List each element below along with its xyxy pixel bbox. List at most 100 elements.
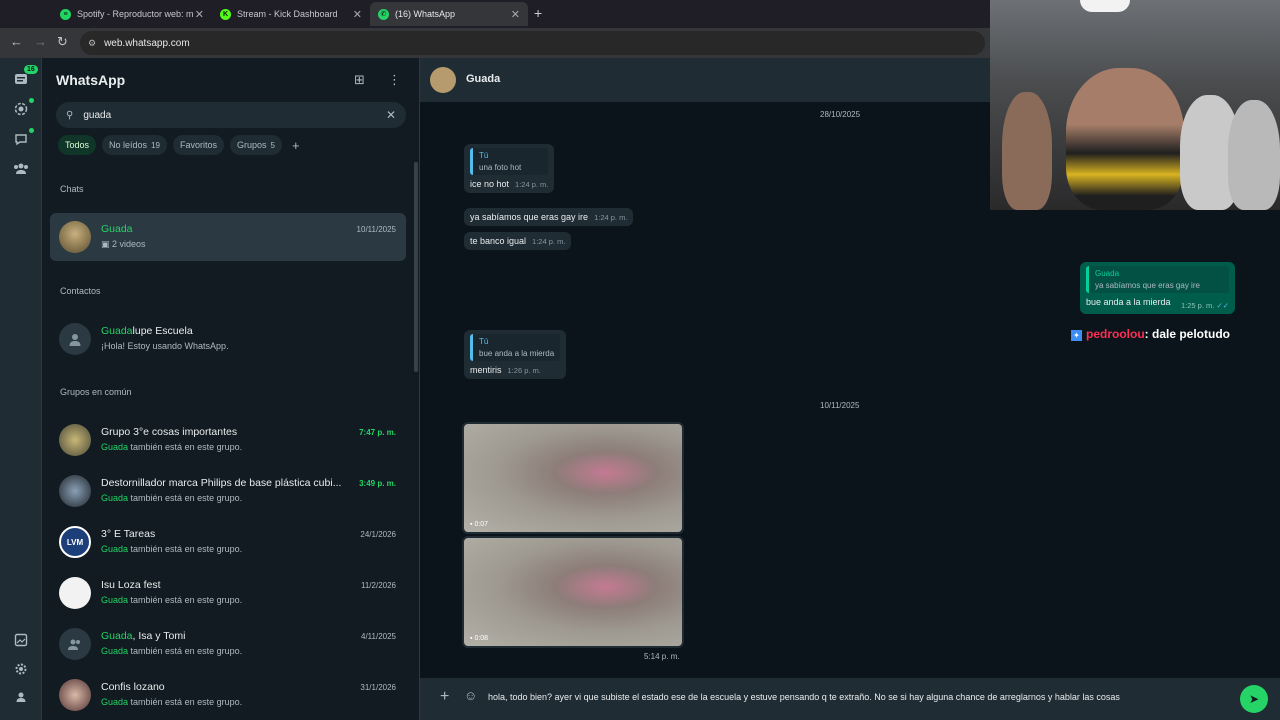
tab-whatsapp[interactable]: ✆ (16) WhatsApp ✕ — [370, 2, 528, 26]
tab-spotify[interactable]: ≡ Spotify - Reproductor web: m ✕ — [52, 2, 212, 26]
chat-row[interactable]: Guada ▣ 2 videos 10/11/2025 — [50, 213, 406, 261]
quote-text: ya sabíamos que eras gay ire — [1095, 281, 1200, 290]
site-info-icon[interactable]: ⚙ — [88, 38, 96, 49]
search-input[interactable]: ⚲ guada ✕ — [56, 102, 406, 128]
url-field[interactable]: ⚙ web.whatsapp.com — [80, 31, 985, 55]
group-sub: Guada también está en este grupo. — [101, 646, 243, 656]
filter-favoritos[interactable]: Favoritos — [172, 135, 224, 155]
new-chat-icon[interactable]: ⊞ — [354, 72, 365, 88]
channels-icon[interactable] — [12, 130, 30, 148]
section-contacts: Contactos — [60, 286, 101, 296]
filter-todos[interactable]: Todos — [58, 135, 97, 155]
group-row[interactable]: Guada, Isa y Tomi Guada también está en … — [50, 620, 406, 668]
avatar — [59, 323, 91, 355]
overlay-message-bubble: Guada ya sabíamos que eras gay ire bue a… — [1080, 262, 1235, 314]
chat-list-scrollbar[interactable] — [414, 162, 418, 372]
contact-name: Guada — [466, 73, 501, 85]
app-rail: 16 — [0, 58, 42, 720]
group-time: 24/1/2026 — [360, 530, 396, 539]
group-time: 31/1/2026 — [360, 683, 396, 692]
tab-label: Stream - Kick Dashboard — [237, 9, 338, 19]
group-row[interactable]: Isu Loza fest Guada también está en este… — [50, 569, 406, 617]
avatar — [59, 475, 91, 507]
chat-preview: ▣ 2 videos — [101, 239, 146, 249]
message-text: ice no hot — [470, 179, 510, 189]
message-composer: + ☺ hola, todo bien? ayer vi que subiste… — [420, 678, 1280, 720]
message-time: 1:24 p. m. — [515, 180, 549, 189]
quoted-message[interactable]: Tú una foto hot ice no hot 1:24 p. m. — [464, 144, 555, 193]
quote-block[interactable]: Tú una foto hot — [470, 148, 549, 175]
close-icon[interactable]: ✕ — [511, 8, 520, 21]
quote-author: Guada — [1095, 269, 1120, 278]
avatar[interactable] — [430, 67, 456, 93]
video-duration: ▪ 0:08 — [470, 635, 489, 642]
group-sub: Guada también está en este grupo. — [101, 442, 243, 452]
menu-icon[interactable]: ⋮ — [388, 72, 401, 88]
reload-icon[interactable]: ↻ — [57, 34, 68, 50]
quote-text: una foto hot — [479, 163, 522, 172]
person — [1002, 92, 1052, 210]
read-check-icon: ✓✓ — [1216, 301, 1229, 310]
video-time: 5:14 p. m. — [644, 652, 680, 661]
date-separator: 28/10/2025 — [820, 110, 861, 119]
quote-text: bue anda a la mierda — [479, 349, 555, 358]
close-icon[interactable]: ✕ — [195, 8, 204, 21]
quote-author: Tú — [479, 151, 489, 160]
settings-icon[interactable] — [12, 660, 30, 678]
communities-icon[interactable] — [12, 159, 30, 177]
group-name: Guada, Isa y Tomi — [101, 630, 186, 642]
video-icon: ▣ — [101, 239, 113, 249]
tab-label: Spotify - Reproductor web: m — [77, 9, 194, 19]
chat-text: : dale pelotudo — [1144, 327, 1231, 341]
send-button[interactable]: ➤ — [1240, 685, 1268, 713]
group-sub: Guada también está en este grupo. — [101, 493, 243, 503]
tab-label: (16) WhatsApp — [395, 9, 456, 19]
tab-kick[interactable]: K Stream - Kick Dashboard ✕ — [212, 2, 370, 26]
profile-icon[interactable] — [12, 688, 30, 706]
group-time: 11/2/2026 — [361, 581, 396, 590]
video-message[interactable]: ▪ 0:08 — [462, 536, 684, 648]
clear-search-icon[interactable]: ✕ — [386, 108, 396, 122]
group-row[interactable]: Grupo 3°e cosas importantes Guada tambié… — [50, 416, 406, 464]
contact-name: Guadalupe Escuela — [101, 325, 193, 337]
message-time: 1:24 p. m. — [532, 237, 566, 246]
filter-chips: Todos No leídos 19 Favoritos Grupos 5 + — [58, 135, 304, 155]
new-tab-icon[interactable]: + — [534, 5, 542, 21]
back-icon[interactable]: ← — [10, 34, 23, 49]
send-icon: ➤ — [1248, 692, 1260, 706]
search-value: guada — [83, 109, 112, 121]
group-row[interactable]: Confis lozano Guada también está en este… — [50, 671, 406, 719]
video-message[interactable]: ▪ 0:07 — [462, 422, 684, 534]
quote-block[interactable]: Tú bue anda a la mierda — [470, 334, 561, 361]
status-dot — [29, 98, 34, 103]
webcam-overlay — [990, 0, 1280, 210]
contact-row[interactable]: Guadalupe Escuela ¡Hola! Estoy usando Wh… — [50, 315, 406, 363]
message-bubble[interactable]: ya sabíamos que eras gay ire 1:24 p. m. — [464, 208, 634, 226]
message-input[interactable]: hola, todo bien? ayer vi que subiste el … — [488, 692, 1120, 702]
message-text: te banco igual — [470, 236, 527, 246]
emoji-icon[interactable]: ☺ — [464, 688, 477, 703]
quoted-message[interactable]: Tú bue anda a la mierda mentiris 1:26 p. … — [464, 330, 567, 379]
kick-icon: K — [220, 8, 231, 20]
filter-grupos[interactable]: Grupos 5 — [229, 135, 282, 155]
channels-dot — [29, 128, 34, 133]
message-time: 1:24 p. m. — [594, 213, 628, 222]
group-name: Isu Loza fest — [101, 579, 161, 591]
message-time: 1:25 p. m. ✓✓ — [1180, 301, 1229, 310]
default-avatar-icon — [69, 334, 81, 346]
group-name: Destornillador marca Philips de base plá… — [101, 477, 342, 489]
group-avatar-icon — [68, 639, 80, 650]
attach-icon[interactable]: + — [440, 688, 449, 706]
add-filter-icon[interactable]: + — [288, 135, 304, 155]
filter-no-leidos[interactable]: No leídos 19 — [102, 135, 167, 155]
group-row[interactable]: Destornillador marca Philips de base plá… — [50, 467, 406, 515]
group-row[interactable]: LVM 3° E Tareas Guada también está en es… — [50, 518, 406, 566]
pin-icon: ✦ — [1071, 330, 1082, 341]
media-icon[interactable] — [12, 631, 30, 649]
forward-icon[interactable]: → — [34, 34, 47, 49]
close-icon[interactable]: ✕ — [353, 8, 362, 21]
status-icon[interactable] — [12, 100, 30, 118]
section-groups: Grupos en común — [60, 387, 132, 397]
message-bubble[interactable]: te banco igual 1:24 p. m. — [464, 232, 572, 250]
group-time: 7:47 p. m. — [359, 428, 396, 437]
